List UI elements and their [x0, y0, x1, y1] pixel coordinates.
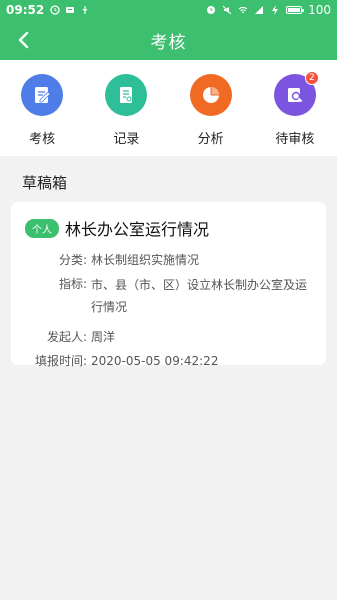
page-title: 考核	[150, 32, 187, 53]
initiator-row: 发起人: 周洋	[25, 327, 312, 347]
submit-time-label: 填报时间:	[34, 354, 87, 368]
indicator-row: 指标: 市、县（市、区）设立林长制办公室及运行情况	[25, 274, 312, 318]
pie-chart-icon	[189, 74, 232, 116]
assessment-icon	[21, 74, 64, 116]
app-bar: 考核	[0, 20, 337, 60]
status-time: 09:52	[6, 3, 45, 17]
indicator-label: 指标:	[58, 277, 87, 291]
tab-label: 分析	[197, 132, 224, 147]
submit-time-row: 填报时间: 2020-05-05 09:42:22	[25, 351, 312, 371]
alarm-icon	[207, 6, 216, 14]
tab-label: 记录	[113, 132, 140, 147]
card-header: 个人 林长办公室运行情况	[25, 216, 312, 240]
tab-pending-review[interactable]: 2 待审核	[253, 60, 337, 156]
pending-count-badge: 2	[304, 71, 319, 85]
status-bar: 09:52 100	[0, 0, 337, 20]
initiator-value: 周洋	[91, 330, 116, 344]
battery-icon	[286, 6, 305, 14]
usb-icon	[82, 6, 88, 14]
tab-record[interactable]: 记录	[84, 60, 168, 156]
tab-assessment[interactable]: 考核	[0, 60, 84, 156]
section-title: 草稿箱	[22, 174, 68, 192]
tab-analysis[interactable]: 分析	[169, 60, 253, 156]
category-label: 分类:	[58, 253, 87, 267]
tab-label: 待审核	[275, 132, 315, 147]
mute-icon	[222, 5, 232, 15]
personal-tag: 个人	[25, 218, 59, 238]
charging-icon	[272, 5, 279, 15]
indicator-value: 市、县（市、区）设立林长制办公室及运行情况	[91, 278, 308, 314]
back-arrow-icon	[18, 31, 29, 49]
wifi-icon	[238, 6, 248, 14]
tab-label: 考核	[29, 132, 56, 147]
draft-card[interactable]: 个人 林长办公室运行情况 分类: 林长制组织实施情况 指标: 市、县（市、区）设…	[11, 202, 326, 368]
notification-icon	[66, 7, 75, 13]
back-button[interactable]	[12, 28, 36, 52]
initiator-label: 发起人:	[46, 330, 87, 344]
function-tabs: 考核 记录 分析 2 待审核	[0, 60, 337, 156]
battery-level: 100	[308, 3, 331, 17]
clock-icon	[50, 5, 60, 15]
category-value: 林长制组织实施情况	[91, 253, 200, 267]
signal-icon	[255, 6, 264, 14]
review-search-icon: 2	[273, 71, 319, 116]
card-title: 林长办公室运行情况	[65, 220, 210, 239]
record-icon	[105, 74, 148, 116]
submit-time-value: 2020-05-05 09:42:22	[91, 354, 219, 368]
category-row: 分类: 林长制组织实施情况	[25, 250, 312, 270]
